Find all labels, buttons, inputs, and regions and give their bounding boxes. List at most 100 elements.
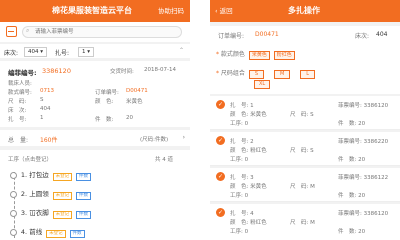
- process-item[interactable]: 2. 上圆领 未登记 件数: [10, 188, 92, 200]
- total-value: 160件: [40, 137, 58, 144]
- submit-date-value: 2018-07-14: [144, 67, 176, 73]
- color-label: 颜 色:: [230, 220, 249, 226]
- process-label: 工序:: [230, 229, 243, 235]
- color-option[interactable]: 粉红色: [273, 51, 295, 60]
- status-badge: 未登记: [52, 173, 73, 181]
- ticket-value: 3386122: [363, 175, 389, 181]
- pieces-badge: 件数: [69, 230, 85, 238]
- color-filter-label: 款式颜色: [220, 51, 245, 58]
- process-count: 共 4 道: [155, 157, 173, 163]
- status-badge: 未登记: [46, 230, 66, 238]
- checked-icon[interactable]: ✓: [216, 208, 225, 217]
- bed-value: 404: [376, 31, 388, 38]
- bundle-filter-label: 扎号:: [55, 50, 70, 57]
- bed-filter-label: 床次:: [4, 50, 19, 57]
- ticket-number-value: 3386120: [42, 67, 71, 75]
- bundle-select[interactable]: 1 ▾: [78, 47, 95, 57]
- size-filter-row: * 尺码组合 S M L: [216, 68, 316, 79]
- bundle-item[interactable]: ✓ 扎 号: 1 菲票编号: 3386120 颜 色: 米黄色 尺 码: S 工…: [210, 96, 400, 130]
- process-item[interactable]: 4. 前线 未登记 件数: [10, 226, 85, 238]
- size-label: 尺 码:: [290, 220, 309, 226]
- bundle-label: 扎 号:: [230, 103, 249, 109]
- bed-select-value: 404: [28, 49, 39, 55]
- app-title: 棉花果服装智造云平台: [52, 6, 132, 15]
- pieces-label: 件 数:: [338, 193, 357, 199]
- size-option[interactable]: S: [248, 70, 265, 79]
- ticket-label: 菲票编号:: [338, 175, 362, 181]
- ticket-value: 3386220: [363, 139, 389, 145]
- color-value: 米黄色: [250, 112, 267, 118]
- checked-icon[interactable]: ✓: [216, 100, 225, 109]
- step-dot-icon: [10, 172, 17, 179]
- bundle-item[interactable]: ✓ 扎 号: 3 菲票编号: 3386122 颜 色: 米黄色 尺 码: M 工…: [210, 168, 400, 202]
- bundle-item[interactable]: ✓ 扎 号: 4 菲票编号: 3386120 颜 色: 粉红色 尺 码: M 工…: [210, 204, 400, 240]
- size-filter-label: 尺码组合: [220, 70, 245, 77]
- process-name: 1. 打包边: [20, 171, 49, 179]
- process-value: 0: [244, 157, 249, 163]
- bundle-label: 扎 号:: [230, 139, 249, 145]
- step-dot-icon: [10, 229, 17, 236]
- process-value: 0: [244, 229, 249, 235]
- ticket-value: 3386120: [363, 103, 389, 109]
- bed-label: 床次:: [355, 33, 370, 40]
- color-label: 颜 色:: [230, 148, 249, 154]
- process-header: 工序（点击登记）: [8, 157, 53, 163]
- unit-hint: (尺码:件数): [140, 137, 169, 143]
- process-item[interactable]: 1. 打包边 未登记 件数: [10, 169, 92, 181]
- order-label: 订单编号:: [218, 33, 245, 40]
- bundle-value: 1: [250, 103, 254, 109]
- multi-bundle-header: ‹ 返回 多扎操作: [210, 0, 400, 22]
- color-label: 颜 色:: [230, 112, 249, 118]
- size-value: S: [310, 112, 314, 118]
- chevron-right-icon: ›: [182, 134, 185, 141]
- size-option[interactable]: XL: [254, 80, 271, 89]
- bundle-label: 扎 号:: [230, 211, 249, 217]
- filter-bar: 床次: 404 ▾ 扎号: 1 ▾ ⌃: [0, 44, 190, 58]
- size-label: 尺 码:: [290, 148, 309, 154]
- size-value: M: [310, 184, 315, 190]
- size-option[interactable]: L: [300, 70, 316, 79]
- process-name: 3. 冚衣脚: [20, 209, 49, 217]
- back-label: 返回: [219, 7, 233, 15]
- back-button[interactable]: ‹ 返回: [215, 0, 233, 22]
- assist-scan-button[interactable]: 协助扫码: [158, 0, 184, 22]
- ticket-label: 菲票编号:: [338, 211, 362, 217]
- chevron-up-icon[interactable]: ⌃: [179, 47, 184, 54]
- color-label: 颜 色:: [95, 99, 114, 105]
- bed-select[interactable]: 404 ▾: [24, 47, 48, 57]
- pieces-badge: 件数: [76, 211, 92, 219]
- pieces-value: 20: [358, 193, 366, 199]
- process-item[interactable]: 3. 冚衣脚 未登记 件数: [10, 207, 92, 219]
- size-option[interactable]: M: [273, 70, 291, 79]
- status-badge: 未登记: [52, 211, 73, 219]
- bed-label: 床 次:: [8, 108, 27, 114]
- size-value: S: [310, 148, 314, 154]
- style-value: 0713: [40, 88, 54, 94]
- bundle-item[interactable]: ✓ 扎 号: 2 菲票编号: 3386220 颜 色: 粉红色 尺 码: S 工…: [210, 132, 400, 166]
- required-icon: *: [216, 70, 219, 77]
- process-name: 4. 前线: [20, 228, 43, 236]
- process-label: 工序:: [230, 193, 243, 199]
- checked-icon[interactable]: ✓: [216, 136, 225, 145]
- color-value: 米黄色: [126, 99, 143, 105]
- pieces-value: 20: [358, 229, 366, 235]
- chevron-down-icon: ▾: [40, 49, 44, 55]
- process-card: 工序（点击登记） 共 4 道 1. 打包边 未登记 件数 2. 上圆领 未登记 …: [0, 150, 190, 240]
- step-dot-icon: [10, 191, 17, 198]
- color-option[interactable]: 米黄色: [248, 51, 270, 60]
- size-label: 尺 码:: [8, 99, 27, 105]
- pieces-badge: 件数: [76, 192, 92, 200]
- process-name: 2. 上圆领: [20, 190, 49, 198]
- submit-date-label: 交货时间:: [110, 69, 134, 75]
- summary-bar[interactable]: 总 量: 160件 (尺码:件数) ›: [0, 130, 190, 146]
- scan-icon[interactable]: [6, 26, 17, 37]
- checked-icon[interactable]: ✓: [216, 172, 225, 181]
- pieces-label: 件 数:: [338, 229, 357, 235]
- left-screen: 棉花果服装智造云平台 协助扫码 ⌕ 床次: 404 ▾ 扎号: 1 ▾ ⌃ 编菲…: [0, 0, 190, 240]
- bundle-value: 1: [40, 115, 44, 121]
- ticket-search-input[interactable]: [22, 26, 182, 38]
- bundle-label: 扎 号:: [8, 117, 27, 123]
- size-label: 尺 码:: [290, 184, 309, 190]
- ticket-label: 菲票编号:: [338, 103, 362, 109]
- bundle-select-value: 1: [82, 49, 86, 55]
